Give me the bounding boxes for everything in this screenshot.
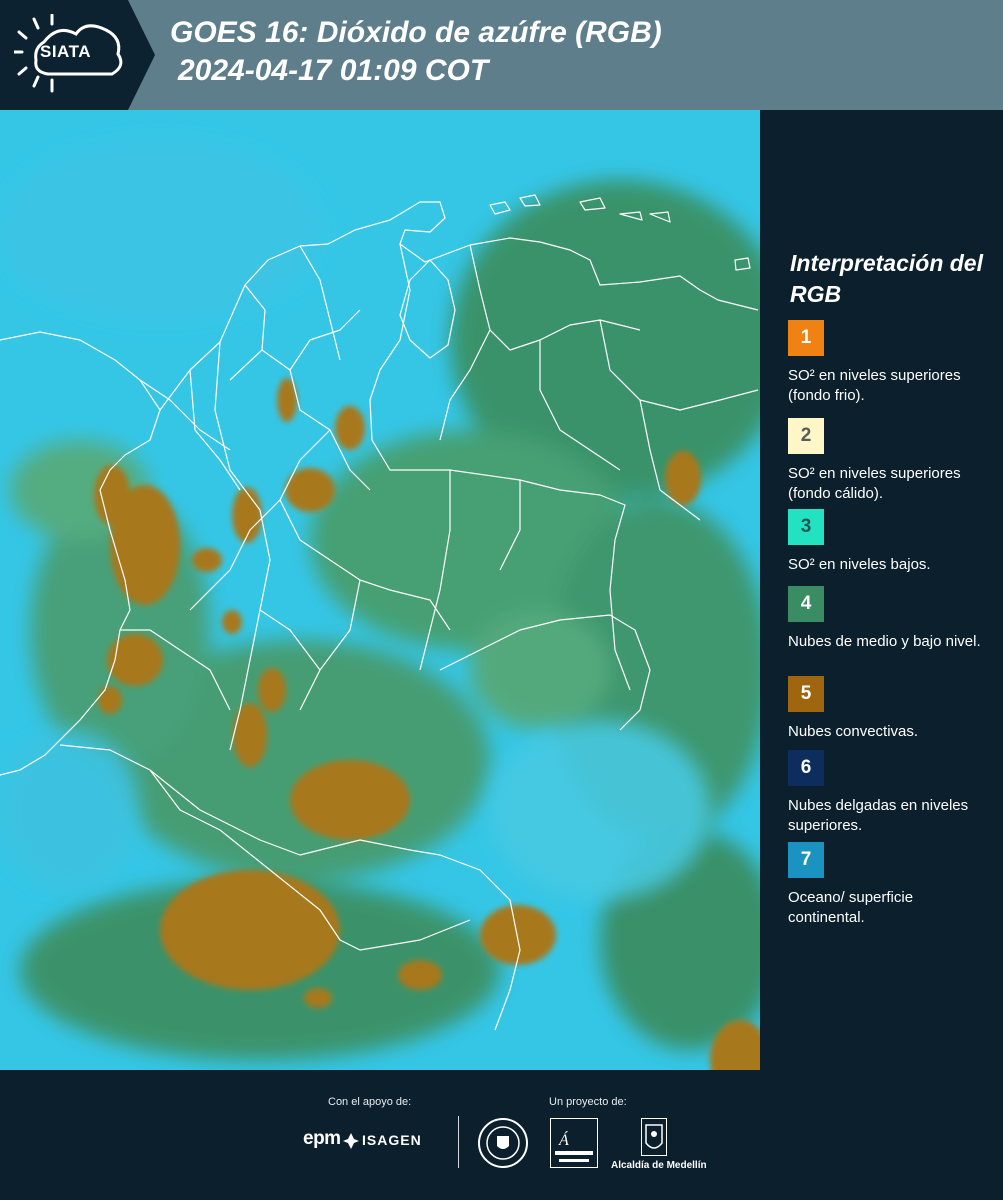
title-timestamp: 2024-04-17 01:09 COT xyxy=(178,54,489,87)
page-title: GOES 16: Dióxido de azúfre (RGB) 2024-04… xyxy=(170,14,662,90)
satellite-map xyxy=(0,110,760,1070)
logo-text: SIATA xyxy=(40,42,91,61)
legend-item-1: 1 SO² en niveles superiores (fondo frio)… xyxy=(788,320,988,406)
epm-logo: epm xyxy=(303,1128,341,1149)
legend-swatch-3: 3 xyxy=(788,509,824,545)
logo-tab: SIATA xyxy=(0,0,155,110)
legend-swatch-6: 6 xyxy=(788,750,824,786)
legend-label-4: Nubes de medio y bajo nivel. xyxy=(788,633,981,650)
footer-divider xyxy=(458,1116,459,1168)
legend-item-7: 7 Oceano/ superficie continental. xyxy=(788,842,988,928)
legend-label-6: Nubes delgadas en niveles superiores. xyxy=(788,797,969,834)
legend-item-3: 3 SO² en niveles bajos. xyxy=(788,509,988,575)
legend-swatch-2: 2 xyxy=(788,418,824,454)
legend-item-5: 5 Nubes convectivas. xyxy=(788,676,988,742)
legend-swatch-4: 4 xyxy=(788,586,824,622)
legend-swatch-7: 7 xyxy=(788,842,824,878)
area-logo-letter: Á xyxy=(558,1130,569,1149)
title-product: GOES 16: Dióxido de azúfre (RGB) xyxy=(170,16,662,49)
legend-item-4: 4 Nubes de medio y bajo nivel. xyxy=(788,586,988,652)
legend-item-2: 2 SO² en niveles superiores (fondo cálid… xyxy=(788,418,988,512)
medellin-seal-icon xyxy=(478,1118,528,1168)
project-label: Un proyecto de: xyxy=(549,1096,627,1108)
legend-label-2: SO² en niveles superiores (fondo cálido)… xyxy=(788,465,961,502)
alcaldia-shield-icon xyxy=(641,1118,667,1156)
legend-title: Interpretación del RGB xyxy=(790,250,983,307)
footer: Con el apoyo de: Un proyecto de: epm ISA… xyxy=(0,1070,1003,1200)
header-bar: SIATA GOES 16: Dióxido de azúfre (RGB) 2… xyxy=(0,0,1003,110)
legend-label-1: SO² en niveles superiores (fondo frio). xyxy=(788,367,961,404)
legend-swatch-1: 1 xyxy=(788,320,824,356)
area-metropolitana-logo: Á xyxy=(550,1118,598,1168)
legend-swatch-5: 5 xyxy=(788,676,824,712)
satellite-image xyxy=(0,110,760,1070)
isagen-icon xyxy=(343,1133,359,1149)
alcaldia-label: Alcaldía de Medellín xyxy=(611,1160,707,1171)
legend-label-5: Nubes convectivas. xyxy=(788,723,919,740)
isagen-logo: ISAGEN xyxy=(362,1132,422,1148)
legend-panel: Interpretación del RGB 1 SO² en niveles … xyxy=(760,110,1003,1070)
support-label: Con el apoyo de: xyxy=(328,1096,412,1108)
legend-item-6: 6 Nubes delgadas en niveles superiores. xyxy=(788,750,988,836)
legend-label-3: SO² en niveles bajos. xyxy=(788,556,931,573)
legend-label-7: Oceano/ superficie continental. xyxy=(788,889,914,926)
